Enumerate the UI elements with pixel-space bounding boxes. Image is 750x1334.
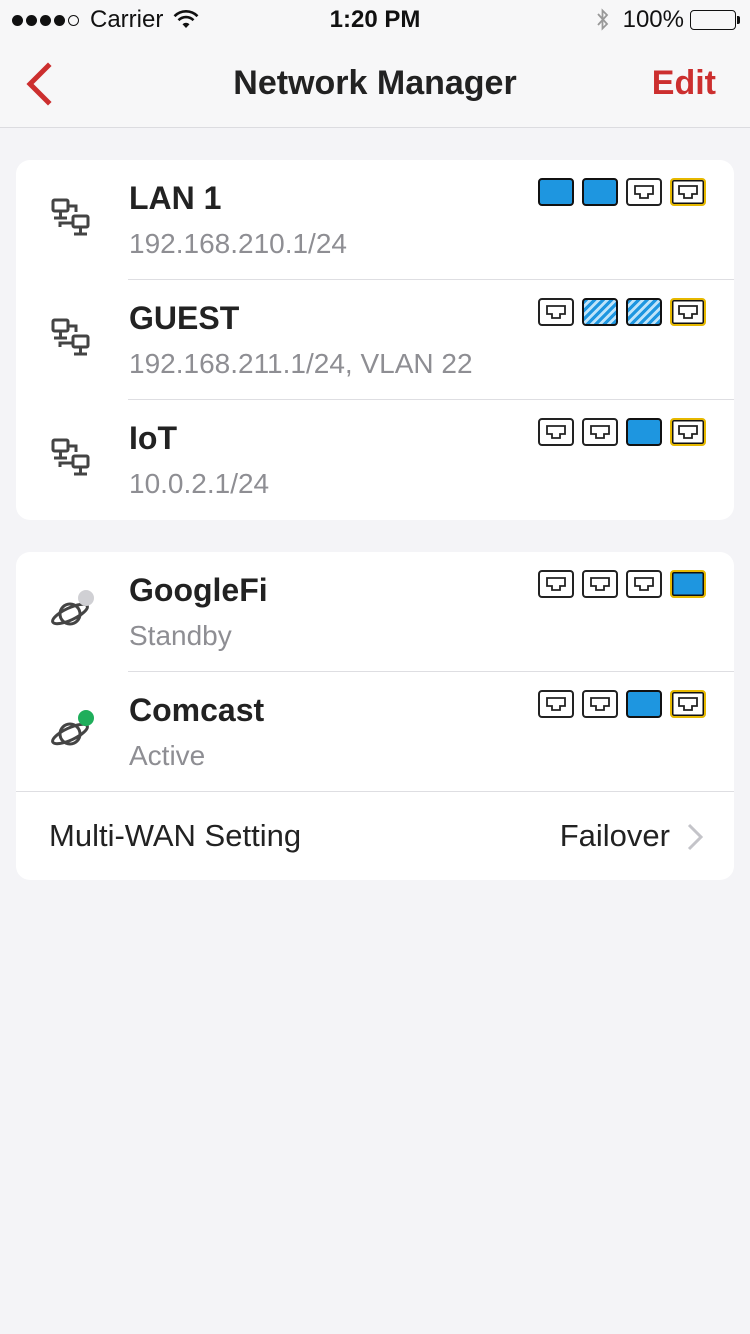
network-address: 192.168.211.1/24, VLAN 22 [129, 348, 473, 379]
wan-network-row[interactable]: GoogleFi Standby [16, 552, 734, 672]
ethernet-port-icon [626, 178, 662, 206]
ethernet-port-icon [670, 690, 706, 718]
planet-wan-icon [51, 590, 94, 626]
ethernet-port-icon [670, 418, 706, 446]
port-indicators [530, 298, 706, 326]
ethernet-port-icon [626, 298, 662, 326]
network-status: Active [129, 740, 206, 771]
ethernet-port-icon [670, 298, 706, 326]
network-name: LAN 1 [129, 180, 222, 216]
lan-networks-card: LAN 1 192.168.210.1/24 GUEST 192.168.211.1/… [16, 160, 734, 520]
lan-network-icon [51, 198, 90, 236]
battery-percent: 100% [622, 6, 684, 33]
ethernet-port-icon [538, 178, 574, 206]
ethernet-port-icon [538, 298, 574, 326]
network-address: 10.0.2.1/24 [129, 468, 270, 499]
page-title: Network Manager [233, 64, 517, 102]
multi-wan-value: Failover [559, 818, 670, 853]
ethernet-port-icon [582, 418, 618, 446]
multi-wan-setting-row[interactable]: Multi-WAN Setting Failover [16, 792, 734, 880]
ethernet-port-icon [538, 690, 574, 718]
lan-network-icon [51, 438, 90, 476]
ethernet-port-icon [670, 178, 706, 206]
bluetooth-icon [596, 8, 608, 31]
wan-network-row[interactable]: Comcast Active [16, 672, 734, 792]
navigation-bar: Network Manager Edit [0, 40, 750, 128]
ethernet-port-icon [626, 690, 662, 718]
ethernet-port-icon [582, 298, 618, 326]
network-name: GoogleFi [129, 572, 268, 608]
ethernet-port-icon [538, 570, 574, 598]
chevron-right-icon [687, 823, 704, 851]
port-indicators [530, 418, 706, 446]
port-indicators [530, 690, 706, 718]
ethernet-port-icon [626, 418, 662, 446]
wan-networks-card: GoogleFi Standby Comcast Active Multi-WAN S… [16, 552, 734, 880]
network-name: IoT [129, 420, 177, 456]
lan-network-icon [51, 318, 90, 356]
network-name: Comcast [129, 692, 265, 728]
ethernet-port-icon [538, 418, 574, 446]
edit-button[interactable]: Edit [652, 64, 716, 103]
status-bar-right: 100% [595, 6, 740, 34]
network-name: GUEST [129, 300, 240, 336]
port-indicators [530, 178, 706, 206]
planet-wan-icon [51, 710, 94, 746]
ethernet-port-icon [582, 178, 618, 206]
ethernet-port-icon [626, 570, 662, 598]
network-status: Standby [129, 620, 232, 651]
port-indicators [530, 570, 706, 598]
lan-network-row[interactable]: LAN 1 192.168.210.1/24 [16, 160, 734, 280]
ethernet-port-icon [582, 570, 618, 598]
network-address: 192.168.210.1/24 [129, 228, 347, 259]
battery-icon [690, 10, 740, 30]
ethernet-port-icon [670, 570, 706, 598]
status-bar: Carrier 1:20 PM 100% [0, 0, 750, 40]
lan-network-row[interactable]: GUEST 192.168.211.1/24, VLAN 22 [16, 280, 734, 400]
multi-wan-label: Multi-WAN Setting [49, 818, 302, 853]
lan-network-row[interactable]: IoT 10.0.2.1/24 [16, 400, 734, 520]
ethernet-port-icon [582, 690, 618, 718]
